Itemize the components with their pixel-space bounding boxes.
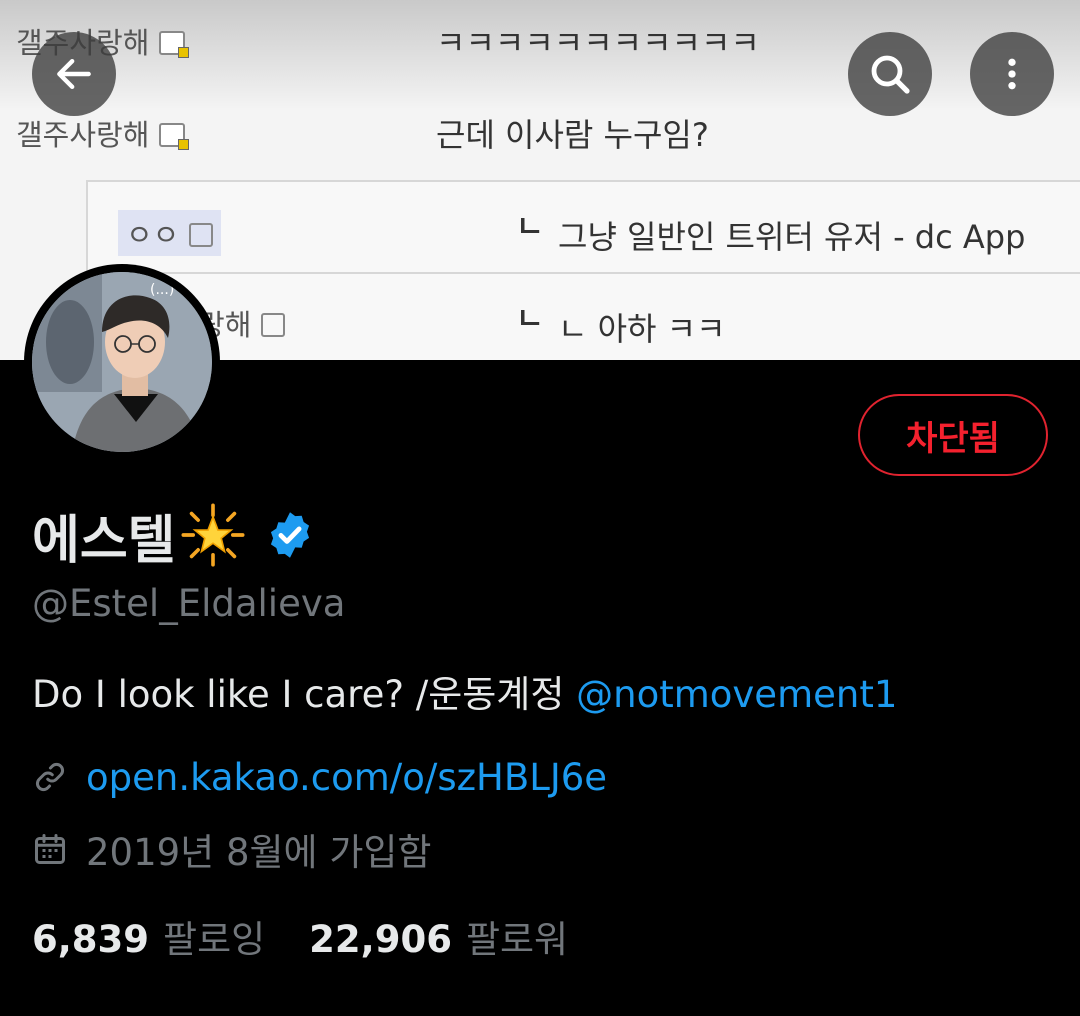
verified-badge-icon [270, 512, 309, 558]
reply-marker: ㄴ [516, 210, 544, 245]
glowing-star-emoji [181, 503, 245, 567]
avatar[interactable]: (...) [24, 264, 220, 460]
arrow-left-icon [57, 58, 91, 90]
avatar-photo: (...) [32, 272, 212, 452]
display-name-row: 에스텔 [32, 500, 316, 571]
gallery-user-icon [189, 223, 214, 247]
back-button[interactable] [32, 32, 116, 116]
banner-message: ㅋㅋㅋㅋㅋㅋㅋㅋㅋㅋㅋ [436, 24, 760, 62]
bio-text: Do I look like I care? /운동계정 [32, 673, 577, 716]
banner-message: 근데 이사람 누구임? [436, 116, 709, 154]
followers-stat[interactable]: 22,906 팔로워 [309, 909, 568, 963]
link-icon [36, 763, 64, 791]
profile-website-link[interactable]: open.kakao.com/o/szHBLJ6e [86, 756, 607, 799]
following-label: 팔로잉 [163, 918, 266, 961]
banner-reply-nickname: ㅇㅇ [118, 210, 222, 256]
bio-mention-link[interactable]: @notmovement1 [576, 673, 897, 716]
gallery-user-icon [159, 31, 190, 58]
gallery-user-icon [159, 123, 190, 150]
join-date: 2019년 8월에 가입함 [86, 831, 432, 874]
reply-marker: ㄴ [516, 302, 544, 337]
calendar-icon [35, 834, 65, 864]
blocked-button[interactable]: 차단됨 [858, 394, 1048, 476]
followers-count: 22,906 [309, 918, 452, 961]
profile-bio: Do I look like I care? /운동계정 @notmovemen… [32, 664, 897, 718]
search-icon [871, 55, 910, 94]
follow-stats: 6,839 팔로잉 22,906 팔로워 [32, 908, 568, 964]
banner-reply-row: 갤주사랑해 ㄴ ㄴ 아하 ㅋㅋ [86, 272, 1080, 360]
profile-handle: @Estel_Eldalieva [32, 582, 346, 625]
search-button[interactable] [848, 32, 932, 116]
followers-label: 팔로워 [465, 918, 569, 961]
profile-join-date-row: 2019년 8월에 가입함 [32, 824, 431, 874]
following-count: 6,839 [32, 918, 150, 961]
more-options-button[interactable] [970, 32, 1054, 116]
banner-nickname: 갤주사랑해 [16, 112, 190, 154]
profile-link-row: open.kakao.com/o/szHBLJ6e [32, 752, 607, 802]
display-name: 에스텔 [32, 510, 176, 571]
more-vertical-icon [1008, 58, 1016, 90]
following-stat[interactable]: 6,839 팔로잉 [32, 909, 265, 963]
avatar-image: (...) [32, 272, 212, 452]
svg-text:(...): (...) [150, 282, 174, 298]
gallery-user-icon [261, 313, 286, 337]
banner-reply-message: ㄴ 아하 ㅋㅋ [558, 310, 726, 348]
banner-reply-row: ㅇㅇ ㄴ 그냥 일반인 트위터 유저 - dc App [86, 180, 1080, 274]
banner-reply-message: 그냥 일반인 트위터 유저 - dc App [558, 218, 1026, 256]
